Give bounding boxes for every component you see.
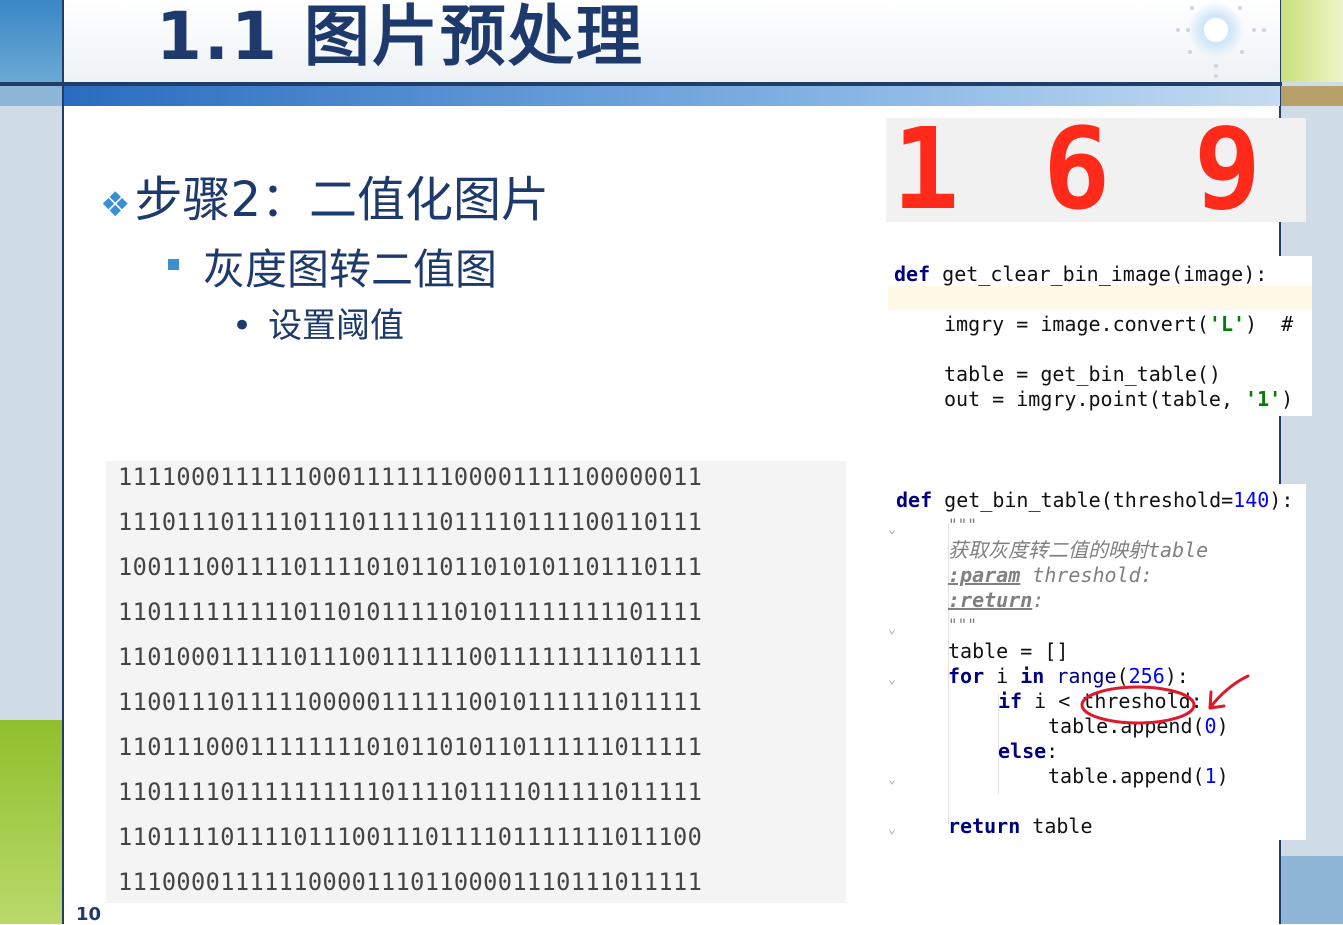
code-line: """: [948, 515, 977, 534]
code-line: 获取灰度转二值的映射table: [948, 538, 1209, 562]
square-bullet-icon: [168, 259, 179, 270]
binary-row: 1101110001111111101011010110111111011111: [118, 733, 703, 761]
captcha-digits: 1 6 9 : 3 . 7 .: [892, 118, 1270, 222]
bullet-level1: ❖步骤2：二值化图片: [100, 160, 549, 230]
code-line: table = []: [948, 639, 1069, 663]
binary-matrix: 1111000111111000111111100001111100000011…: [106, 461, 846, 903]
code-line: def get_bin_table(threshold=140):: [896, 488, 1294, 512]
header-bar: [64, 86, 1280, 106]
left-rule: [62, 0, 64, 924]
code-snippet-bin-table: ⌄ ⌄ ⌄ ⌄ ⌄ def get_bin_table(threshold=14…: [888, 484, 1306, 840]
code-line: def get_clear_bin_image(image):: [894, 262, 1268, 286]
bullet-level1-text: 步骤2：二值化图片: [134, 172, 550, 228]
binary-row: 1110111011110111011111011110111100110111: [118, 508, 703, 536]
code-line: return table: [948, 814, 1093, 838]
code-line: table.append(1): [1048, 764, 1229, 788]
page-number: 10: [76, 904, 102, 925]
binary-row: 1101111011110111001110111101111111011100: [118, 823, 703, 851]
code-line: :return:: [948, 588, 1045, 612]
captcha-digits-image: 1 6 9 : 3 . 7 .: [886, 118, 1306, 222]
code-line: out = imgry.point(table, '1'): [944, 387, 1294, 411]
binary-row: 1101111011111111110111101111011111011111: [118, 778, 703, 806]
code-line: :param threshold:: [948, 563, 1153, 587]
code-line: """: [948, 615, 977, 634]
bullet-level3-text: 设置阈值: [268, 306, 405, 346]
binary-row: 1110000111111000011101100001110111011111: [118, 868, 703, 896]
left-decoration: [0, 0, 62, 924]
bullet-level2-text: 灰度图转二值图: [203, 245, 498, 294]
code-line: else:: [998, 739, 1059, 763]
caret-line-highlight: [888, 286, 1312, 310]
diamond-bullet-icon: ❖: [100, 185, 131, 225]
binary-row: 1111000111111000111111100001111100000011: [118, 463, 703, 491]
binary-row: 1001110011110111101011011010101101110111: [118, 553, 703, 581]
slide-title: 1.1 图片预处理: [156, 0, 644, 75]
code-snippet-clear-bin: def get_clear_bin_image(image): imgry = …: [888, 256, 1312, 416]
binary-row: 1101111111110110101111101011111111101111: [118, 598, 703, 626]
code-line: table = get_bin_table(): [944, 362, 1221, 386]
code-line: imgry = image.convert('L') #: [944, 312, 1294, 336]
threshold-annotation-circle: [1080, 674, 1250, 725]
bullet-level3: • 设置阈值: [232, 298, 404, 347]
binary-row: 1100111011111000001111110010111111011111: [118, 688, 703, 716]
bullet-level2: 灰度图转二值图: [168, 236, 497, 297]
binary-row: 1101000111110111001111110011111111101111: [118, 643, 703, 671]
dot-bullet-icon: •: [232, 306, 253, 346]
sparkle-icon: [1176, 2, 1266, 78]
